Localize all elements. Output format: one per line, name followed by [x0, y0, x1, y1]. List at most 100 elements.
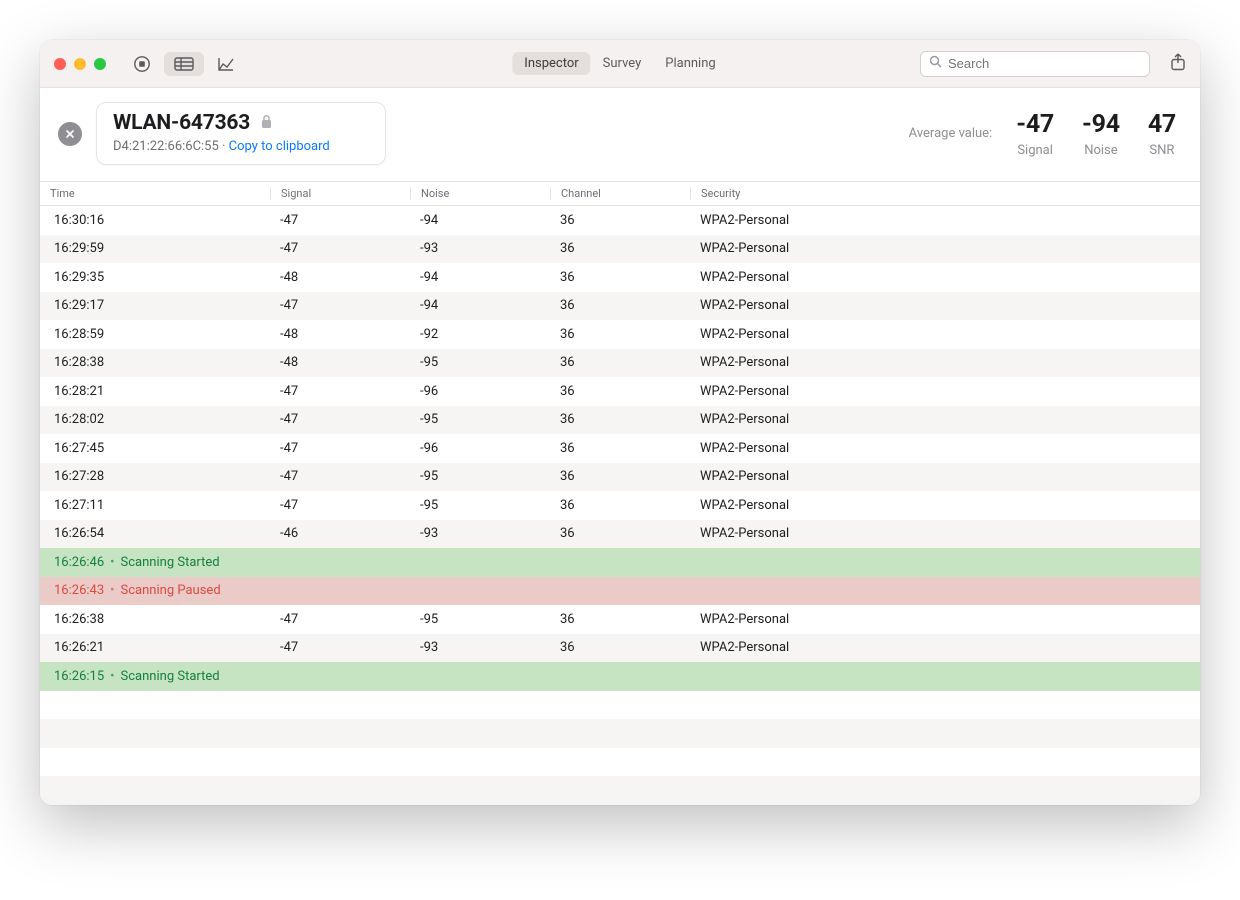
filler-row: [40, 776, 1200, 805]
cell-channel: 36: [550, 241, 690, 256]
cell-noise: -95: [410, 498, 550, 513]
table-row[interactable]: 16:26:21-47-9336WPA2-Personal: [40, 634, 1200, 663]
filler-row: [40, 719, 1200, 748]
cell-time: 16:29:35: [40, 270, 270, 285]
copy-bssid-link[interactable]: Copy to clipboard: [229, 139, 330, 154]
average-value-label: Average value:: [909, 126, 993, 141]
event-message: Scanning Paused: [121, 583, 221, 598]
cell-channel: 36: [550, 412, 690, 427]
cell-security: WPA2-Personal: [690, 412, 1150, 427]
toolbar-left-buttons: [128, 52, 240, 76]
col-signal[interactable]: Signal: [270, 187, 410, 200]
event-time: 16:26:15: [54, 669, 104, 684]
stats-group: Average value: -47 Signal -94 Noise 47 S…: [909, 110, 1190, 158]
table-row[interactable]: 16:26:54-46-9336WPA2-Personal: [40, 520, 1200, 549]
tab-inspector[interactable]: Inspector: [512, 52, 590, 75]
cell-signal: -47: [270, 213, 410, 228]
col-time[interactable]: Time: [40, 187, 270, 200]
network-card: WLAN-647363 D4:21:22:66:6C:55 · Copy to …: [96, 102, 386, 165]
chart-view-button[interactable]: [212, 52, 240, 76]
cell-noise: -95: [410, 412, 550, 427]
cell-signal: -47: [270, 241, 410, 256]
cell-signal: -47: [270, 441, 410, 456]
table-body: 16:30:16-47-9436WPA2-Personal16:29:59-47…: [40, 206, 1200, 805]
event-row-started[interactable]: 16:26:15•Scanning Started: [40, 662, 1200, 691]
stat-signal-value: -47: [1016, 110, 1054, 139]
cell-time: 16:26:38: [40, 612, 270, 627]
table-row[interactable]: 16:29:17-47-9436WPA2-Personal: [40, 292, 1200, 321]
table-row[interactable]: 16:27:11-47-9536WPA2-Personal: [40, 491, 1200, 520]
cell-noise: -92: [410, 327, 550, 342]
cell-security: WPA2-Personal: [690, 213, 1150, 228]
event-row-started[interactable]: 16:26:46•Scanning Started: [40, 548, 1200, 577]
scan-table: Time Signal Noise Channel Security 16:30…: [40, 182, 1200, 805]
cell-channel: 36: [550, 640, 690, 655]
table-row[interactable]: 16:28:38-48-9536WPA2-Personal: [40, 349, 1200, 378]
window-close-button[interactable]: [54, 58, 66, 70]
cell-noise: -93: [410, 526, 550, 541]
cell-channel: 36: [550, 327, 690, 342]
mode-tabs: Inspector Survey Planning: [512, 52, 727, 75]
cell-signal: -48: [270, 270, 410, 285]
cell-security: WPA2-Personal: [690, 498, 1150, 513]
search-field[interactable]: [920, 51, 1150, 77]
table-row[interactable]: 16:27:45-47-9636WPA2-Personal: [40, 434, 1200, 463]
cell-security: WPA2-Personal: [690, 241, 1150, 256]
cell-channel: 36: [550, 355, 690, 370]
window-minimize-button[interactable]: [74, 58, 86, 70]
cell-noise: -93: [410, 241, 550, 256]
cell-signal: -47: [270, 469, 410, 484]
bssid: D4:21:22:66:6C:55: [113, 139, 219, 154]
cell-channel: 36: [550, 384, 690, 399]
table-row[interactable]: 16:28:02-47-9536WPA2-Personal: [40, 406, 1200, 435]
cell-time: 16:26:21: [40, 640, 270, 655]
window-controls: [54, 58, 106, 70]
cell-noise: -95: [410, 469, 550, 484]
cell-security: WPA2-Personal: [690, 384, 1150, 399]
cell-time: 16:27:45: [40, 441, 270, 456]
close-detail-button[interactable]: [58, 122, 82, 146]
search-input[interactable]: [948, 56, 1141, 71]
tab-planning[interactable]: Planning: [653, 52, 727, 75]
stat-noise-value: -94: [1082, 110, 1120, 139]
cell-channel: 36: [550, 441, 690, 456]
stat-noise-label: Noise: [1082, 143, 1120, 158]
table-row[interactable]: 16:28:21-47-9636WPA2-Personal: [40, 377, 1200, 406]
col-channel[interactable]: Channel: [550, 187, 690, 200]
filler-row: [40, 748, 1200, 777]
cell-signal: -48: [270, 355, 410, 370]
record-stop-button[interactable]: [128, 52, 156, 76]
cell-time: 16:28:21: [40, 384, 270, 399]
share-button[interactable]: [1170, 53, 1186, 75]
cell-security: WPA2-Personal: [690, 612, 1150, 627]
col-security[interactable]: Security: [690, 187, 1150, 200]
cell-security: WPA2-Personal: [690, 298, 1150, 313]
header-panel: WLAN-647363 D4:21:22:66:6C:55 · Copy to …: [40, 88, 1200, 182]
filler-row: [40, 691, 1200, 720]
cell-noise: -96: [410, 441, 550, 456]
table-view-button[interactable]: [164, 52, 204, 76]
cell-time: 16:30:16: [40, 213, 270, 228]
cell-security: WPA2-Personal: [690, 526, 1150, 541]
stat-signal-label: Signal: [1016, 143, 1054, 158]
tab-survey[interactable]: Survey: [591, 52, 654, 75]
cell-signal: -47: [270, 384, 410, 399]
cell-time: 16:26:54: [40, 526, 270, 541]
table-row[interactable]: 16:29:35-48-9436WPA2-Personal: [40, 263, 1200, 292]
table-row[interactable]: 16:26:38-47-9536WPA2-Personal: [40, 605, 1200, 634]
table-row[interactable]: 16:29:59-47-9336WPA2-Personal: [40, 235, 1200, 264]
toolbar: Inspector Survey Planning: [40, 40, 1200, 88]
window-zoom-button[interactable]: [94, 58, 106, 70]
cell-time: 16:28:02: [40, 412, 270, 427]
table-row[interactable]: 16:27:28-47-9536WPA2-Personal: [40, 463, 1200, 492]
cell-channel: 36: [550, 469, 690, 484]
cell-signal: -47: [270, 612, 410, 627]
table-row[interactable]: 16:30:16-47-9436WPA2-Personal: [40, 206, 1200, 235]
event-row-paused[interactable]: 16:26:43•Scanning Paused: [40, 577, 1200, 606]
cell-noise: -96: [410, 384, 550, 399]
lock-icon: [260, 114, 273, 133]
table-row[interactable]: 16:28:59-48-9236WPA2-Personal: [40, 320, 1200, 349]
cell-signal: -48: [270, 327, 410, 342]
cell-security: WPA2-Personal: [690, 327, 1150, 342]
col-noise[interactable]: Noise: [410, 187, 550, 200]
